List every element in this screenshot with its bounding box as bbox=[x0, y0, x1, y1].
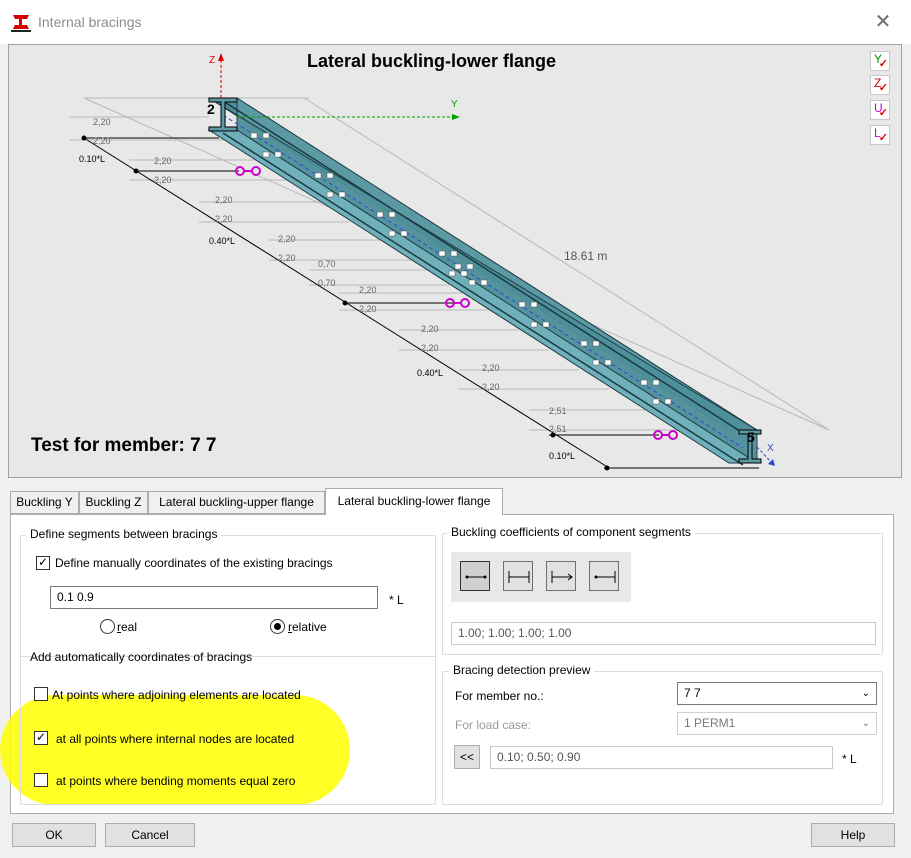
fraction-dimension-lines bbox=[83, 137, 759, 469]
define-segments-title: Define segments between bracings bbox=[26, 527, 222, 541]
zero-moment-checkbox[interactable] bbox=[34, 773, 48, 787]
radio-real-label: real bbox=[117, 620, 138, 634]
adjoining-elements-label: At points where adjoining elements are l… bbox=[52, 688, 301, 702]
z-axis-label: Z bbox=[209, 55, 216, 66]
pinned-pinned-icon[interactable] bbox=[460, 561, 490, 591]
end-node-label: 5 bbox=[747, 429, 755, 445]
dim-label: 2,20 bbox=[278, 253, 296, 263]
radio-relative[interactable] bbox=[270, 619, 285, 634]
preview-title: Lateral buckling-lower flange bbox=[307, 51, 557, 71]
view-y-button[interactable]: Y ✓ bbox=[870, 51, 890, 71]
help-button[interactable]: Help bbox=[811, 823, 895, 847]
detected-result-value[interactable]: 0.10; 0.50; 0.90 bbox=[490, 746, 833, 769]
fraction-label: 0.40*L bbox=[417, 368, 444, 378]
x-axis-label: X bbox=[767, 443, 774, 454]
dim-label: 2,20 bbox=[215, 214, 233, 224]
chevron-down-icon: ⌄ bbox=[861, 688, 870, 699]
dim-label: 2,51 bbox=[549, 406, 567, 416]
dim-label: 2,20 bbox=[93, 117, 111, 127]
buckling-coeffs-title: Buckling coefficients of component segme… bbox=[447, 525, 695, 539]
radio-real[interactable] bbox=[100, 619, 115, 634]
fixed-fixed-icon[interactable] bbox=[503, 561, 533, 591]
app-logo-icon bbox=[10, 11, 32, 33]
dim-label: 0,70 bbox=[318, 259, 336, 269]
dim-label: 2,20 bbox=[359, 285, 377, 295]
internal-nodes-checkbox[interactable]: ✓ bbox=[34, 731, 48, 745]
member-caption: Test for member: 7 7 bbox=[31, 435, 217, 456]
check-icon: ✓ bbox=[878, 82, 888, 94]
fraction-label: 0.10*L bbox=[79, 154, 106, 164]
internal-nodes-label: at all points where internal nodes are l… bbox=[56, 732, 295, 746]
manual-coords-checkbox[interactable]: ✓ bbox=[36, 556, 50, 570]
dim-label: 2,20 bbox=[154, 175, 172, 185]
member-select[interactable]: 7 7 ⌄ bbox=[677, 682, 877, 705]
ok-button[interactable]: OK bbox=[12, 823, 96, 847]
loadcase-select[interactable]: 1 PERM1 ⌄ bbox=[677, 712, 877, 735]
copy-to-manual-button[interactable]: << bbox=[454, 745, 480, 769]
tab-buckling-z[interactable]: Buckling Z bbox=[79, 491, 148, 514]
dim-label: 2,51 bbox=[549, 424, 567, 434]
view-l-button[interactable]: L ✓ bbox=[870, 125, 890, 145]
check-icon: ✓ bbox=[878, 107, 888, 119]
check-icon: ✓ bbox=[878, 58, 888, 70]
adjoining-elements-checkbox[interactable] bbox=[34, 687, 48, 701]
fixed-pinned-icon[interactable] bbox=[546, 561, 576, 591]
loadcase-label: For load case: bbox=[455, 718, 532, 732]
window-title: Internal bracings bbox=[38, 14, 142, 30]
view-u-button[interactable]: U ✓ bbox=[870, 100, 890, 120]
chevron-down-icon: ⌄ bbox=[861, 718, 870, 729]
radio-relative-label: relative bbox=[288, 620, 327, 634]
bracing-symbols bbox=[235, 166, 678, 440]
auto-coords-title: Add automatically coordinates of bracing… bbox=[30, 650, 253, 664]
length-label: 18.61 m bbox=[564, 249, 608, 263]
check-icon: ✓ bbox=[878, 132, 888, 144]
result-unit: * L bbox=[842, 752, 857, 766]
dim-label: 2,20 bbox=[421, 324, 439, 334]
fraction-label: 0.40*L bbox=[209, 236, 236, 246]
beam-drawing bbox=[69, 53, 830, 471]
tab-buckling-y[interactable]: Buckling Y bbox=[10, 491, 79, 514]
coordinates-unit: * L bbox=[389, 593, 404, 607]
dim-label: 2,20 bbox=[482, 382, 500, 392]
coordinates-input[interactable]: 0.1 0.9 bbox=[50, 586, 378, 609]
dim-label: 2,20 bbox=[215, 195, 233, 205]
view-z-button[interactable]: Z ✓ bbox=[870, 75, 890, 95]
pinned-fixed-icon[interactable] bbox=[589, 561, 619, 591]
cancel-button[interactable]: Cancel bbox=[105, 823, 195, 847]
fraction-label: 0.10*L bbox=[549, 451, 576, 461]
buckling-coeffs-value[interactable]: 1.00; 1.00; 1.00; 1.00 bbox=[451, 622, 876, 645]
dim-label: 0,70 bbox=[318, 278, 336, 288]
zero-moment-label: at points where bending moments equal ze… bbox=[56, 774, 296, 788]
dim-label: 2,20 bbox=[278, 234, 296, 244]
member-preview-canvas: Lateral buckling-lower flange Z Y X 2 5 … bbox=[8, 44, 902, 478]
detection-preview-title: Bracing detection preview bbox=[449, 663, 595, 677]
dim-label: 2,20 bbox=[482, 363, 500, 373]
define-segments-group bbox=[20, 535, 436, 805]
dim-label: 2,20 bbox=[154, 156, 172, 166]
tab-lateral-upper[interactable]: Lateral buckling-upper flange bbox=[148, 491, 325, 514]
dim-label: 2,20 bbox=[93, 136, 111, 146]
tab-lateral-lower[interactable]: Lateral buckling-lower flange bbox=[325, 488, 503, 515]
dim-label: 2,20 bbox=[421, 343, 439, 353]
close-button[interactable]: ✕ bbox=[866, 8, 900, 36]
y-axis-label: Y bbox=[451, 99, 458, 110]
manual-coords-label: Define manually coordinates of the exist… bbox=[55, 556, 333, 570]
start-node-label: 2 bbox=[207, 101, 215, 117]
member-label: For member no.: bbox=[455, 689, 544, 703]
dim-label: 2,20 bbox=[359, 304, 377, 314]
